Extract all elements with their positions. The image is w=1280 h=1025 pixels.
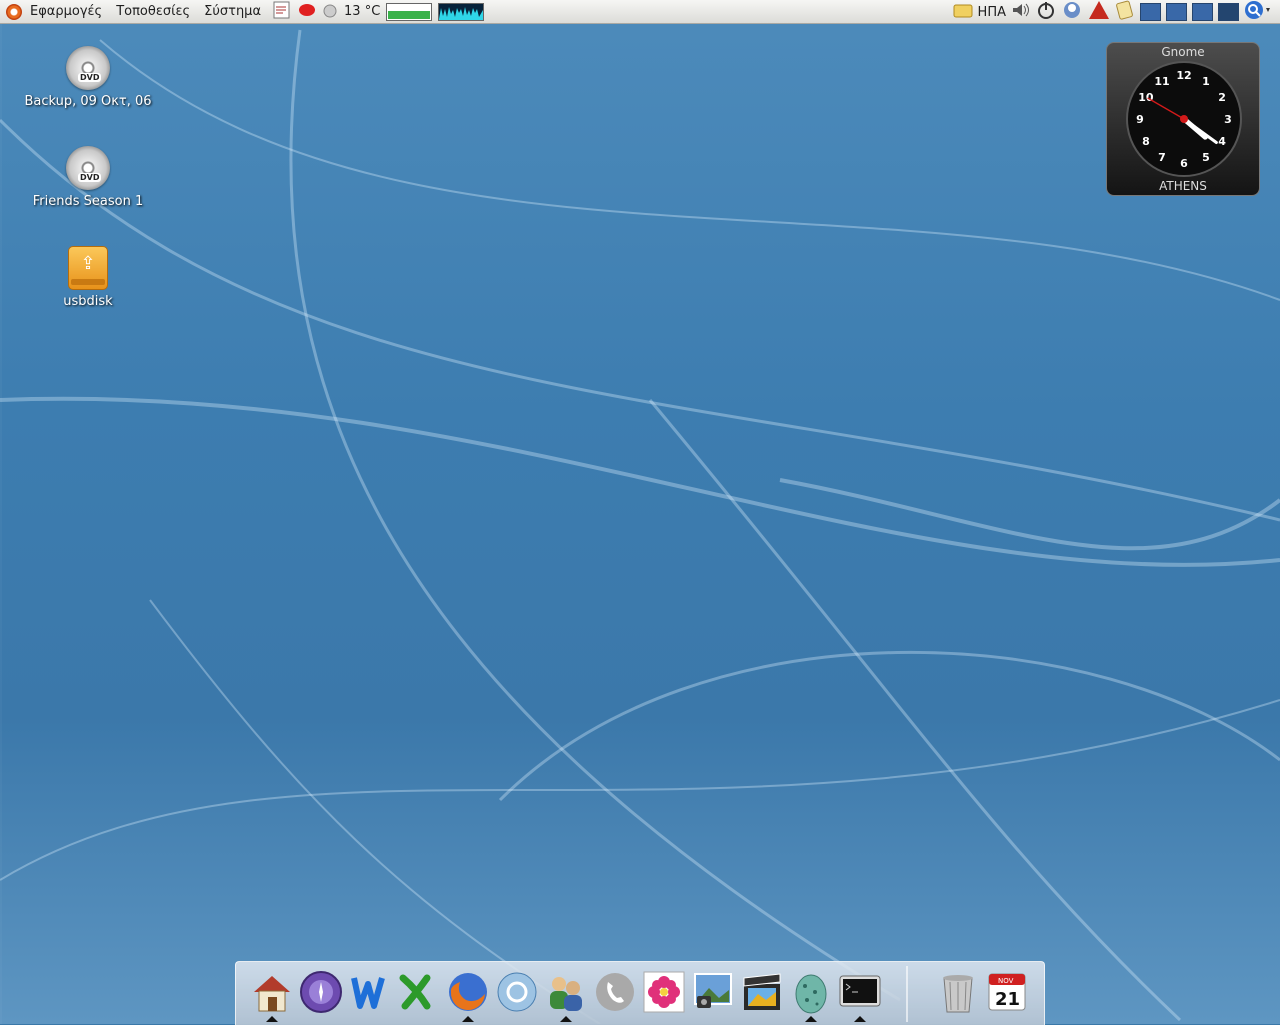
messenger-icon[interactable] (544, 970, 588, 1022)
running-indicator (805, 1016, 817, 1022)
weather-icon[interactable] (322, 2, 338, 22)
top-panel: Εφαρμογές Τοποθεσίες Σύστημα 13 °C ΗΠΑ (0, 0, 1280, 24)
volume-icon[interactable] (1011, 1, 1031, 23)
places-menu[interactable]: Τοποθεσίες (109, 0, 197, 24)
dock: NOV 21 (235, 961, 1045, 1025)
keyboard-layout-indicator[interactable]: ΗΠΑ (978, 5, 1006, 20)
search-icon[interactable] (1244, 0, 1274, 24)
desktop-icon-label: Friends Season 1 (32, 194, 144, 209)
calendar-month: NOV (998, 977, 1014, 985)
tomboy-icon[interactable] (1115, 0, 1135, 24)
egg-app-icon[interactable] (789, 970, 833, 1022)
clock-number: 11 (1154, 75, 1169, 88)
running-indicator (266, 1016, 278, 1022)
applications-menu-label: Εφαρμογές (30, 4, 103, 19)
clock-number: 2 (1218, 91, 1226, 104)
clock-number: 4 (1218, 135, 1226, 148)
firefox-icon[interactable] (446, 970, 490, 1022)
notification-area: ΗΠΑ (953, 0, 1280, 24)
photo-flower-icon[interactable] (642, 970, 686, 1014)
workspace-3[interactable] (1192, 3, 1213, 21)
desktop-wallpaper (0, 0, 1280, 1024)
system-menu[interactable]: Σύστημα (197, 0, 268, 24)
power-icon[interactable] (1036, 0, 1056, 24)
screenshot-app-icon[interactable] (299, 970, 343, 1014)
voip-phone-icon[interactable] (593, 970, 637, 1014)
desktop-icon-usbdisk[interactable]: ⇪ usbdisk (23, 246, 153, 309)
home-folder-icon[interactable] (250, 970, 294, 1022)
email-client-icon[interactable] (495, 970, 539, 1014)
word-processor-icon[interactable] (348, 970, 392, 1014)
terminal-icon[interactable] (838, 970, 882, 1022)
calendar-icon[interactable]: NOV 21 (985, 970, 1029, 1014)
panel-applets: 13 °C (272, 0, 485, 24)
clock-face: 12 12 3 45 6 78 9 1011 (1126, 61, 1242, 177)
ubuntu-logo-icon (6, 3, 22, 20)
video-editor-icon[interactable] (740, 970, 784, 1014)
notes-icon[interactable] (272, 1, 292, 23)
workspace-2[interactable] (1166, 3, 1187, 21)
record-icon[interactable] (298, 2, 316, 22)
memory-level-fill (388, 10, 431, 19)
clock-number: 6 (1180, 157, 1188, 170)
clock-caption: Gnome (1161, 45, 1205, 59)
workspace-1[interactable] (1140, 3, 1161, 21)
clock-number: 1 (1202, 75, 1210, 88)
clock-number: 12 (1176, 69, 1191, 82)
trash-icon[interactable] (936, 970, 980, 1014)
running-indicator (854, 1016, 866, 1022)
temperature-readout: 13 °C (344, 4, 381, 19)
messenger-icon[interactable] (1061, 0, 1083, 24)
workspace-4[interactable] (1218, 3, 1239, 21)
rhythmbox-icon[interactable] (1088, 0, 1110, 24)
running-indicator (462, 1016, 474, 1022)
clock-number: 3 (1224, 113, 1232, 126)
applications-menu[interactable]: Εφαρμογές (0, 0, 109, 24)
dvd-icon: DVD (66, 146, 110, 190)
clock-number: 9 (1136, 113, 1144, 126)
running-indicator (560, 1016, 572, 1022)
clock-city: ATHENS (1159, 179, 1207, 193)
clock-number: 10 (1138, 91, 1154, 104)
cpu-monitor[interactable] (438, 2, 485, 21)
clock-number: 5 (1202, 151, 1210, 164)
clock-number: 7 (1158, 151, 1166, 164)
usb-drive-icon: ⇪ (68, 246, 108, 290)
desktop-icon-friends-dvd[interactable]: DVD Friends Season 1 (23, 146, 153, 209)
desktop-icon-label: usbdisk (63, 294, 113, 309)
dock-separator (906, 966, 908, 1022)
desktop-icon-backup-dvd[interactable]: DVD Backup, 09 Οκτ, 06 (23, 46, 153, 109)
memory-monitor[interactable] (386, 2, 433, 21)
clock-widget[interactable]: Gnome 12 1 2 3 4 5 6 7 8 9 10 11 ATHENS (1106, 42, 1260, 196)
image-viewer-icon[interactable] (691, 970, 735, 1014)
clock-number: 8 (1142, 135, 1150, 148)
dvd-icon: DVD (66, 46, 110, 90)
spreadsheet-icon[interactable] (397, 970, 441, 1014)
calendar-day: 21 (995, 989, 1020, 1010)
folder-icon[interactable] (953, 1, 973, 23)
desktop-icon-label: Backup, 09 Οκτ, 06 (24, 94, 152, 109)
